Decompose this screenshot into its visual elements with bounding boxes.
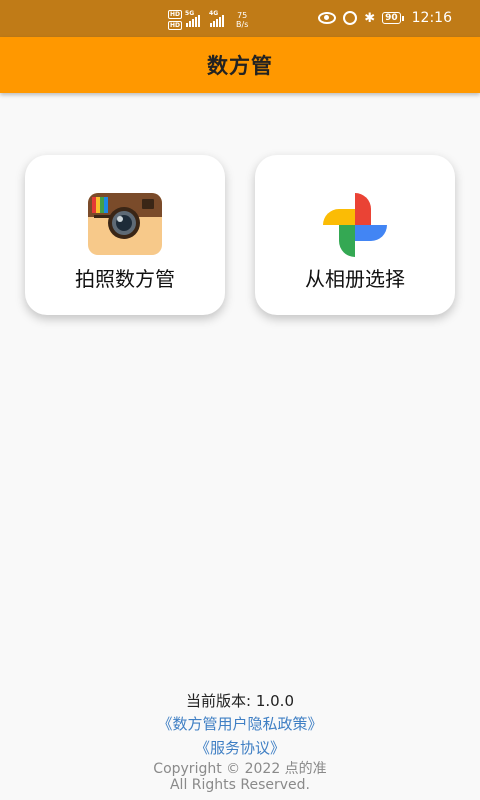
hd-label-bottom: HD [168,21,183,30]
status-time: 12:16 [411,10,452,26]
status-right-icons: ✱ 90 12:16 [318,10,452,26]
status-left-icons: HD HD 5G 4G 75 B/s [168,10,248,30]
copyright-line-1: Copyright © 2022 点的准 [153,761,327,777]
bluetooth-icon: ✱ [364,10,376,26]
privacy-policy-link[interactable]: 《数方管用户隐私政策》 [0,713,480,734]
choose-from-album-label: 从相册选择 [305,267,405,291]
page-title: 数方管 [207,54,273,78]
signal-5g-icon: 5G [185,10,201,27]
network-speed: 75 B/s [236,11,248,29]
signal-4g-icon: 4G [209,10,225,27]
copyright-line-2: All Rights Reserved. [169,777,311,793]
app-version: 当前版本: 1.0.0 [186,692,294,710]
photos-pinwheel-icon [323,193,387,257]
status-bar: HD HD 5G 4G 75 B/s ✱ 90 12:16 [0,0,480,37]
signal-4g-tag: 4G [209,10,219,17]
take-photo-button[interactable]: 拍照数方管 [25,155,225,315]
network-speed-value: 75 [237,11,248,20]
battery-icon: 90 [382,12,404,24]
service-agreement-link[interactable]: 《服务协议》 [0,737,480,758]
hd-label-top: HD [168,10,183,19]
copyright: Copyright © 2022 点的准 All Rights Reserved… [0,761,480,793]
signal-5g-tag: 5G [185,10,195,17]
network-speed-unit: B/s [236,20,249,29]
footer: 当前版本: 1.0.0 《数方管用户隐私政策》 《服务协议》 Copyright… [0,690,480,793]
take-photo-label: 拍照数方管 [75,267,175,291]
camera-icon [88,193,162,255]
app-bar: 数方管 [0,37,480,93]
alarm-icon [343,11,358,25]
eye-icon [318,12,337,24]
choose-from-album-button[interactable]: 从相册选择 [255,155,455,315]
hd-indicator: HD HD [168,10,183,30]
